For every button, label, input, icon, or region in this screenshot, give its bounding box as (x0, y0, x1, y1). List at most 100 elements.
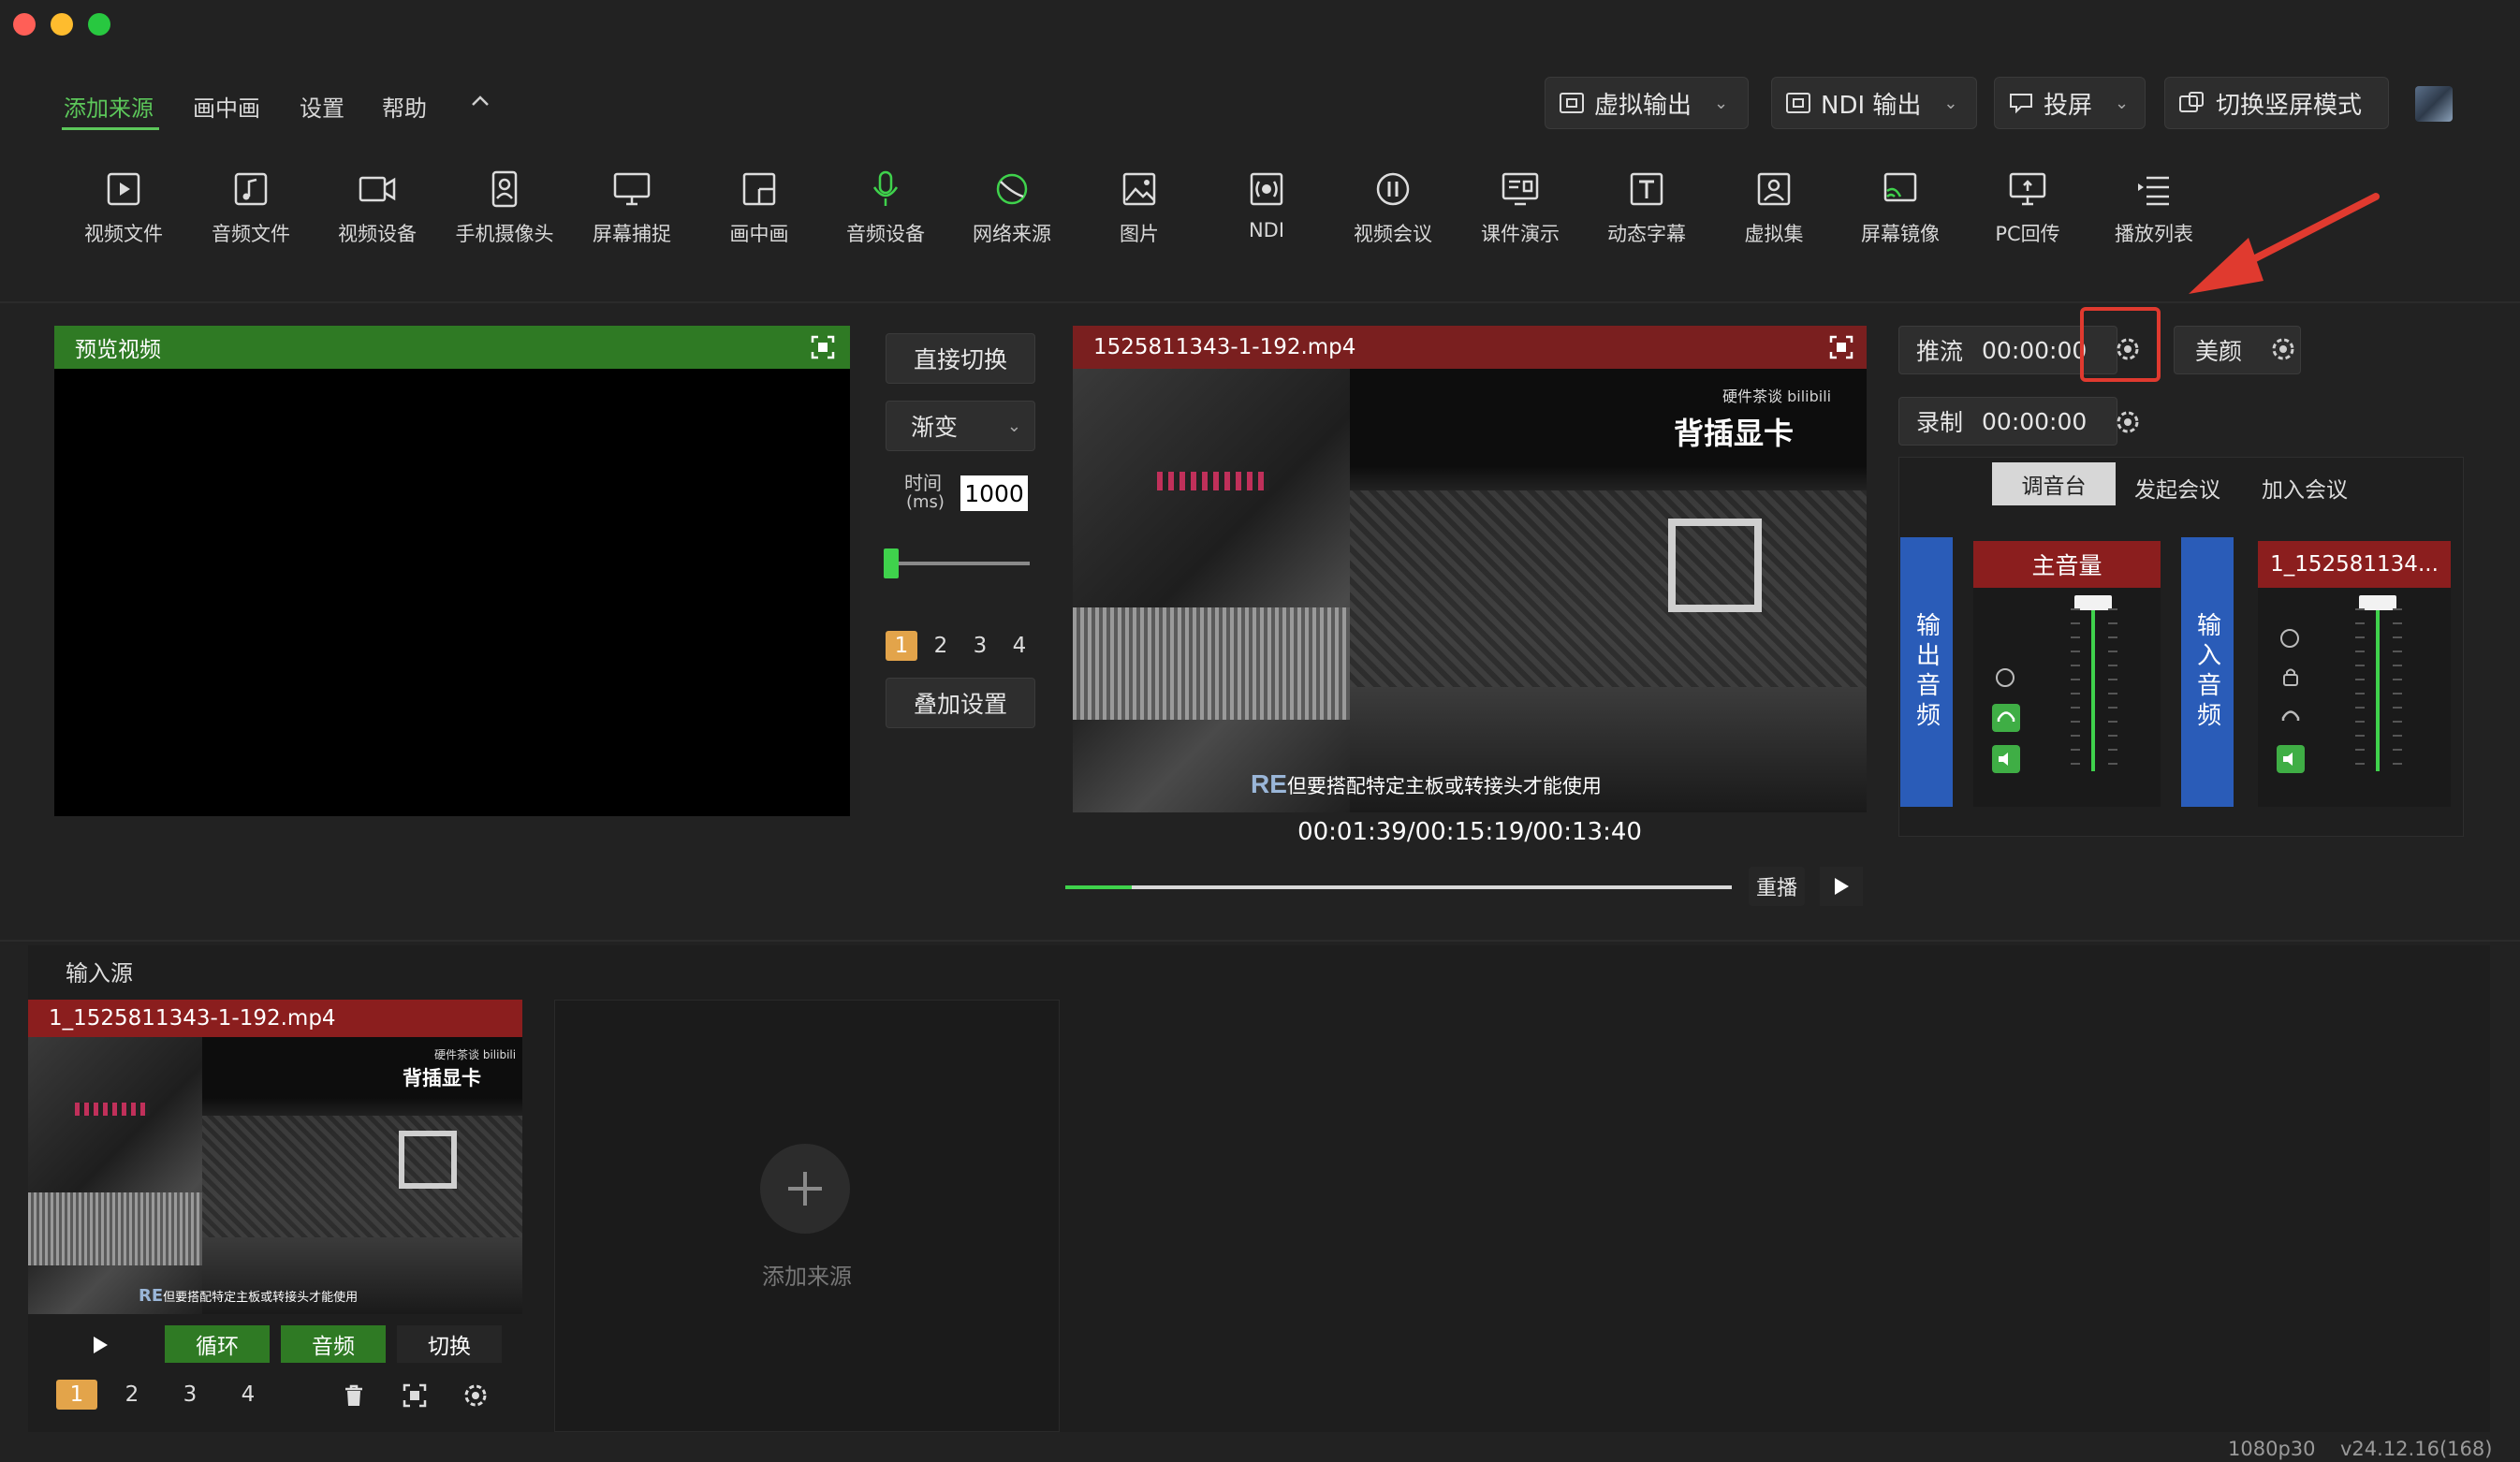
source-slot-1[interactable]: 1 (56, 1380, 97, 1410)
tool-label: 屏幕捕捉 (593, 223, 671, 245)
tab-help[interactable]: 帮助 (382, 90, 427, 123)
tool-screen-mirror[interactable]: 屏幕镜像 (1839, 168, 1961, 262)
fullscreen-icon[interactable] (1829, 335, 1853, 359)
tool-dynamic-text[interactable]: 动态字幕 (1586, 168, 1707, 262)
audio-button[interactable]: 音频 (281, 1325, 386, 1363)
tool-video-meeting[interactable]: 视频会议 (1332, 168, 1454, 262)
speaker-icon[interactable] (1992, 745, 2020, 773)
tab-add-source[interactable]: 添加来源 (64, 90, 154, 123)
gear-icon[interactable] (462, 1382, 490, 1413)
cast-button[interactable]: 投屏 ⌄ (1994, 77, 2146, 129)
ndi-output-button[interactable]: NDI 输出 ⌄ (1771, 77, 1977, 129)
close-window-button[interactable] (13, 13, 36, 36)
tab-start-meeting[interactable]: 发起会议 (2134, 472, 2220, 504)
time-input[interactable]: 1000 (960, 475, 1028, 511)
gear-icon[interactable] (2269, 335, 2297, 367)
fader-tick (2071, 608, 2080, 610)
zoom-window-button[interactable] (88, 13, 110, 36)
tab-mixer[interactable]: 调音台 (1992, 462, 2116, 505)
master-fader-knob[interactable] (2074, 595, 2112, 610)
virtual-output-button[interactable]: 虚拟输出 ⌄ (1545, 77, 1749, 129)
fader-tick (2355, 651, 2365, 652)
portrait-mode-button[interactable]: 切换竖屏模式 (2164, 77, 2389, 129)
direct-cut-button[interactable]: 直接切换 (886, 333, 1035, 384)
playback-progress-track[interactable] (1065, 885, 1732, 889)
source-thumbnail[interactable]: 硬件茶谈 bilibili 背插显卡 RE但要搭配特定主板或转接头才能使用 (28, 1037, 522, 1314)
tab-join-meeting[interactable]: 加入会议 (2262, 472, 2348, 504)
transition-slider-handle[interactable] (884, 548, 900, 578)
tool-pc-return[interactable]: PC回传 (1967, 168, 2088, 262)
fullscreen-icon[interactable] (403, 1383, 427, 1411)
transition-mode-select[interactable]: 渐变 ⌄ (886, 401, 1035, 451)
source-slot-2[interactable]: 2 (116, 1380, 148, 1410)
transition-slot-2[interactable]: 2 (925, 631, 957, 661)
play-icon (94, 1337, 108, 1353)
transition-slider-track[interactable] (886, 562, 1030, 565)
tab-settings[interactable]: 设置 (300, 90, 344, 123)
headphone-icon[interactable] (2280, 708, 2301, 730)
switch-button[interactable]: 切换 (397, 1325, 502, 1363)
tool-label: 动态字幕 (1607, 223, 1686, 245)
transition-slot-3[interactable]: 3 (964, 631, 996, 661)
record-dot-icon[interactable] (2280, 629, 2299, 648)
tool-network-source[interactable]: 网络来源 (951, 168, 1073, 262)
chevron-down-icon: ⌄ (1943, 93, 1958, 113)
loop-button[interactable]: 循环 (165, 1325, 270, 1363)
tool-image[interactable]: 图片 (1078, 168, 1200, 262)
fader-tick (2355, 636, 2365, 638)
tool-screen-capture[interactable]: 屏幕捕捉 (571, 168, 693, 262)
tool-virtual-set[interactable]: 虚拟集 (1713, 168, 1835, 262)
tool-ndi[interactable]: NDI (1206, 168, 1327, 262)
tool-label: 虚拟集 (1744, 223, 1804, 245)
fader-tick (2108, 721, 2117, 723)
source-card-title: 1_1525811343-1-192.mp4 (49, 1006, 336, 1031)
fader-tick (2108, 749, 2117, 751)
fader-tick (2355, 721, 2365, 723)
play-button[interactable] (1820, 867, 1863, 906)
tab-pip[interactable]: 画中画 (193, 90, 260, 123)
overlay-settings-button[interactable]: 叠加设置 (886, 678, 1035, 728)
push-stream-label[interactable]: 推流 (1916, 333, 1963, 367)
lock-icon[interactable] (2280, 666, 2301, 691)
tool-video-device[interactable]: 视频设备 (316, 168, 438, 262)
source-slot-3[interactable]: 3 (174, 1380, 206, 1410)
gear-icon[interactable] (2114, 408, 2142, 440)
tool-slides[interactable]: 课件演示 (1459, 168, 1581, 262)
annotation-arrow (2189, 193, 2380, 294)
audio-file-icon (234, 172, 268, 206)
transition-slot-4[interactable]: 4 (1004, 631, 1035, 661)
tool-video-file[interactable]: 视频文件 (63, 168, 184, 262)
fader-tick (2393, 721, 2402, 723)
input-fader-level (2376, 608, 2380, 771)
virtual-output-label: 虚拟输出 (1594, 91, 1692, 120)
tool-audio-device[interactable]: 音频设备 (825, 168, 946, 262)
transition-slot-1[interactable]: 1 (886, 631, 917, 661)
tool-label: 视频会议 (1354, 223, 1432, 245)
record-label[interactable]: 录制 (1916, 404, 1963, 438)
trash-icon[interactable] (343, 1383, 365, 1411)
tool-audio-file[interactable]: 音频文件 (190, 168, 312, 262)
replay-button[interactable]: 重播 (1749, 867, 1805, 906)
program-video[interactable]: 硬件茶谈 bilibili 背插显卡 RE但要搭配特定主板或转接头才能使用 (1073, 369, 1867, 812)
headphone-icon[interactable] (1992, 704, 2020, 732)
fader-tick (2355, 707, 2365, 709)
plus-icon[interactable] (760, 1144, 850, 1234)
record-dot-icon[interactable] (1996, 668, 2015, 687)
section-divider (0, 940, 2520, 942)
time-label: 时间 (904, 472, 942, 494)
chevron-up-icon[interactable] (468, 92, 492, 110)
phone-camera-icon (491, 170, 518, 208)
fader-tick (2071, 651, 2080, 652)
preview-video[interactable] (54, 369, 850, 816)
text-icon (1630, 172, 1663, 206)
tool-phone-camera[interactable]: 手机摄像头 (444, 168, 565, 262)
source-play-button[interactable] (84, 1329, 116, 1361)
input-fader-knob[interactable] (2359, 595, 2396, 610)
source-slot-4[interactable]: 4 (232, 1380, 264, 1410)
gear-icon[interactable] (2114, 335, 2142, 367)
fullscreen-icon[interactable] (811, 335, 835, 359)
tool-pip[interactable]: 画中画 (698, 168, 820, 262)
minimize-window-button[interactable] (51, 13, 73, 36)
speaker-icon[interactable] (2277, 745, 2305, 773)
avatar[interactable] (2415, 86, 2453, 122)
